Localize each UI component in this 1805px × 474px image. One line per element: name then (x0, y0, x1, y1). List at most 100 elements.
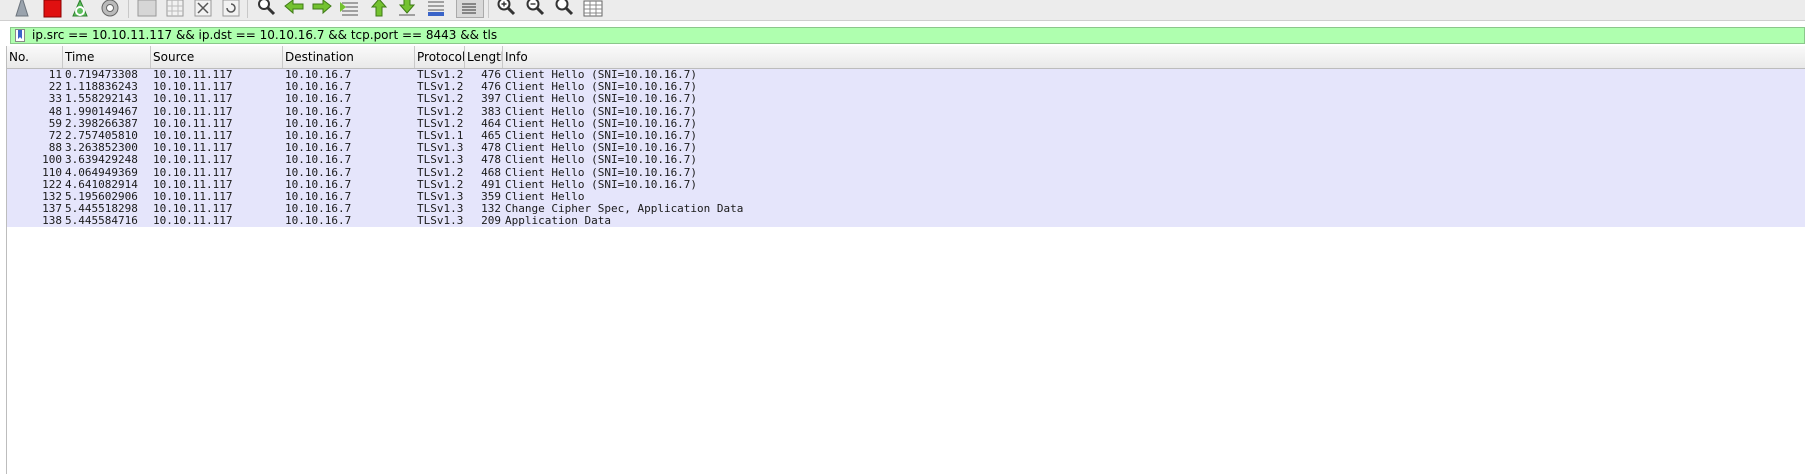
table-row[interactable]: 59 2.398266387 10.10.11.117 10.10.16.7 TLSv1… (7, 117, 1805, 130)
packet-time: 0.719473308 (65, 69, 138, 81)
stop-capture-icon[interactable] (40, 0, 64, 18)
table-row[interactable]: 88 3.263852300 10.10.11.117 10.10.16.7 TLSv1… (7, 142, 1805, 155)
table-row[interactable]: 132 5.195602906 10.10.11.117 10.10.16.7 TLSv… (7, 190, 1805, 204)
packet-destination: 10.10.16.7 (285, 81, 352, 94)
column-header-protocol[interactable]: Protocol (415, 46, 465, 68)
packet-destination: 10.10.16.7 (285, 154, 352, 167)
packet-list-header: No. Time Source Destination Protocol Len… (7, 46, 1805, 69)
table-row[interactable]: 11 0.719473308 10.10.11.117 10.10.16.7 TLSv1… (7, 69, 1805, 82)
packet-destination: 10.10.16.7 (285, 203, 352, 216)
packet-info: Client Hello (SNI=10.10.16.7) (505, 154, 698, 167)
packet-destination: 10.10.16.7 (285, 93, 352, 106)
packet-length: 476 (481, 69, 501, 81)
packet-destination: 10.10.16.7 (285, 166, 352, 179)
packet-destination: 10.10.16.7 (285, 190, 352, 203)
packet-time: 2.398266387 (65, 117, 138, 130)
autoscroll-icon[interactable] (424, 0, 448, 18)
go-first-packet-icon[interactable] (367, 0, 391, 18)
close-file-icon[interactable] (191, 0, 215, 18)
table-row[interactable]: 48 1.990149467 10.10.11.117 10.10.16.7 TLSv1… (7, 105, 1805, 118)
packet-number: 11 (48, 69, 62, 81)
table-row[interactable]: 122 4.641082914 10.10.11.117 10.10.16.7 TLSv… (7, 178, 1805, 191)
resize-columns-icon[interactable] (581, 0, 605, 18)
packet-info: Change Cipher Spec, Application Data (505, 203, 744, 216)
packet-time: 5.195602906 (65, 190, 138, 203)
packet-source: 10.10.11.117 (153, 93, 233, 106)
packet-source: 10.10.11.117 (153, 178, 233, 191)
packet-time: 4.641082914 (65, 178, 138, 191)
reload-file-icon[interactable] (219, 0, 243, 18)
packet-source: 10.10.11.117 (153, 215, 233, 228)
toolbar-separator (488, 0, 489, 18)
packet-list[interactable]: No. Time Source Destination Protocol Len… (6, 46, 1805, 474)
packet-info: Client Hello (SNI=10.10.16.7) (505, 117, 698, 130)
packet-length: 397 (481, 93, 501, 106)
packet-time: 1.990149467 (65, 105, 138, 118)
open-file-icon[interactable] (135, 0, 159, 18)
table-row[interactable]: 72 2.757405810 10.10.11.117 10.10.16.7 TLSv1… (7, 129, 1805, 143)
packet-info: Client Hello (SNI=10.10.16.7) (505, 93, 698, 106)
go-last-packet-icon[interactable] (395, 0, 419, 18)
packet-destination: 10.10.16.7 (285, 117, 352, 130)
packet-time: 3.639429248 (65, 154, 138, 167)
packet-source: 10.10.11.117 (153, 203, 233, 216)
restart-capture-icon[interactable] (68, 0, 92, 18)
packet-time: 5.445518298 (65, 203, 138, 216)
packet-source: 10.10.11.117 (153, 69, 233, 81)
packet-destination: 10.10.16.7 (285, 215, 352, 228)
packet-length: 468 (481, 166, 501, 179)
save-file-icon[interactable] (163, 0, 187, 18)
packet-number: 100 (42, 154, 62, 167)
display-filter-bar[interactable]: ip.src == 10.10.11.117 && ip.dst == 10.1… (10, 27, 1805, 44)
capture-options-icon[interactable] (98, 0, 122, 18)
column-header-no[interactable]: No. (7, 46, 63, 68)
packet-length: 359 (481, 190, 501, 203)
go-back-icon[interactable] (282, 0, 306, 18)
start-capture-icon[interactable] (10, 0, 34, 18)
packet-length: 209 (481, 215, 501, 228)
packet-number: 48 (48, 105, 62, 118)
table-row[interactable]: 22 1.118836243 10.10.11.117 10.10.16.7 TLSv1… (7, 81, 1805, 94)
go-to-packet-icon[interactable] (338, 0, 362, 18)
packet-rows: 11 0.719473308 10.10.11.117 10.10.16.7 TLSv1… (7, 69, 1805, 228)
table-row[interactable]: 100 3.639429248 10.10.11.117 10.10.16.7 TLSv… (7, 154, 1805, 167)
column-header-destination[interactable]: Destination (283, 46, 415, 68)
packet-number: 110 (42, 166, 62, 179)
packet-info: Client Hello (SNI=10.10.16.7) (505, 178, 698, 191)
packet-info: Client Hello (SNI=10.10.16.7) (505, 142, 698, 155)
bookmark-icon[interactable] (15, 29, 25, 42)
go-forward-icon[interactable] (310, 0, 334, 18)
zoom-in-icon[interactable] (494, 0, 518, 18)
colorize-icon[interactable] (456, 0, 484, 18)
packet-length: 465 (481, 129, 501, 142)
table-row[interactable]: 33 1.558292143 10.10.11.117 10.10.16.7 TLSv1… (7, 93, 1805, 106)
packet-info: Application Data (505, 215, 611, 228)
packet-length: 132 (481, 203, 501, 216)
packet-destination: 10.10.16.7 (285, 69, 352, 81)
normal-size-icon[interactable] (552, 0, 576, 18)
table-row[interactable]: 137 5.445518298 10.10.11.117 10.10.16.7 TLSv… (7, 203, 1805, 216)
packet-source: 10.10.11.117 (153, 190, 233, 203)
column-header-info[interactable]: Info (503, 46, 1805, 68)
packet-destination: 10.10.16.7 (285, 142, 352, 155)
display-filter-input[interactable]: ip.src == 10.10.11.117 && ip.dst == 10.1… (32, 28, 497, 43)
packet-number: 132 (42, 190, 62, 203)
table-row[interactable]: 110 4.064949369 10.10.11.117 10.10.16.7 TLSv… (7, 166, 1805, 179)
packet-source: 10.10.11.117 (153, 117, 233, 130)
packet-number: 72 (48, 129, 62, 142)
find-packet-icon[interactable] (254, 0, 278, 18)
column-header-length[interactable]: Length (465, 46, 503, 68)
packet-source: 10.10.11.117 (153, 105, 233, 118)
packet-info: Client Hello (SNI=10.10.16.7) (505, 129, 698, 142)
packet-info: Client Hello (SNI=10.10.16.7) (505, 69, 698, 81)
zoom-out-icon[interactable] (523, 0, 547, 18)
table-row[interactable]: 138 5.445584716 10.10.11.117 10.10.16.7 TLSv… (7, 215, 1805, 228)
packet-time: 3.263852300 (65, 142, 138, 155)
toolbar-separator (128, 0, 129, 18)
toolbar-separator (247, 0, 248, 18)
column-header-source[interactable]: Source (151, 46, 283, 68)
packet-destination: 10.10.16.7 (285, 129, 352, 142)
packet-source: 10.10.11.117 (153, 142, 233, 155)
column-header-time[interactable]: Time (63, 46, 151, 68)
packet-time: 1.118836243 (65, 81, 138, 94)
